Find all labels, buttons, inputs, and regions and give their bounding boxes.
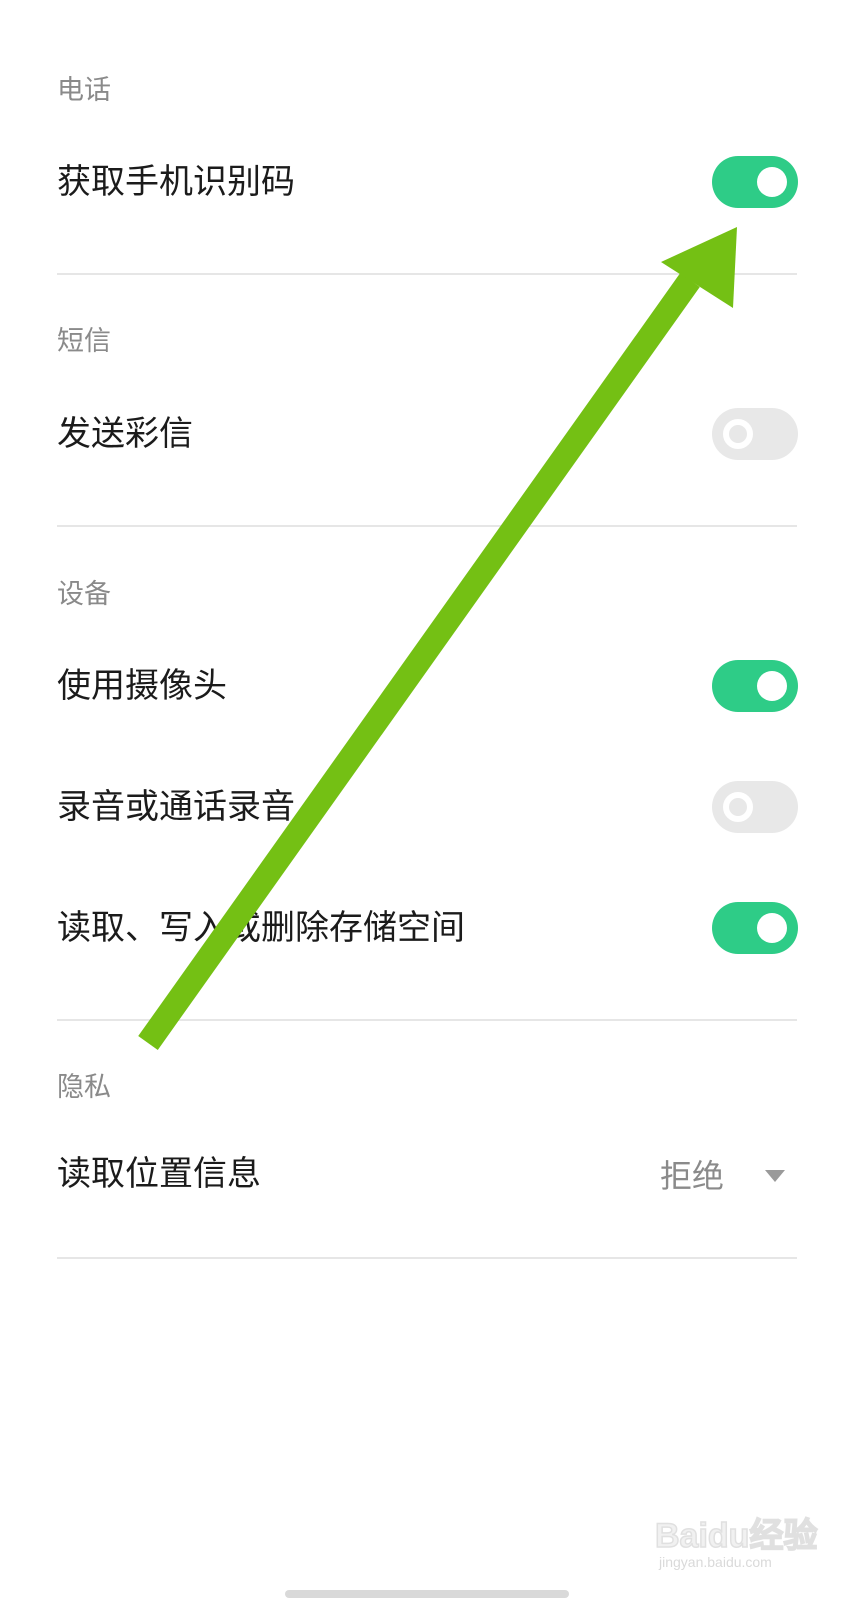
divider [57,273,797,275]
toggle-phone-id[interactable] [712,156,798,208]
permission-label-record-audio: 录音或通话录音 [57,787,295,827]
section-title-phone: 电话 [57,75,111,106]
section-title-device: 设备 [57,579,111,610]
permission-label-storage: 读取、写入或删除存储空间 [57,908,465,948]
toggle-storage[interactable] [712,902,798,954]
permission-label-send-mms: 发送彩信 [57,414,193,454]
toggle-send-mms[interactable] [712,408,798,460]
toggle-knob [723,792,753,822]
permission-label-location: 读取位置信息 [57,1154,261,1194]
watermark-brand: Baidu经验 [654,1516,818,1556]
toggle-record-audio[interactable] [712,781,798,833]
toggle-knob [757,671,787,701]
baidu-jingyan-watermark: Baidu经验 jingyan.baidu.com [654,1508,818,1578]
permission-label-camera: 使用摄像头 [57,666,227,706]
home-indicator[interactable] [285,1590,569,1598]
watermark-url: jingyan.baidu.com [659,1554,772,1570]
permission-label-phone-id: 获取手机识别码 [57,162,295,202]
section-title-privacy: 隐私 [57,1072,111,1103]
divider [57,525,797,527]
divider [57,1257,797,1259]
section-title-sms: 短信 [57,326,111,357]
divider [57,1019,797,1021]
toggle-knob [757,913,787,943]
toggle-knob [723,419,753,449]
annotation-arrow-head [661,227,737,308]
location-permission-value[interactable]: 拒绝 [660,1154,724,1198]
toggle-knob [757,167,787,197]
toggle-camera[interactable] [712,660,798,712]
permission-settings-page: 电话 获取手机识别码 短信 发送彩信 设备 使用摄像头 录音或通话录音 读取、写… [0,0,853,1600]
chevron-down-icon[interactable] [765,1170,785,1182]
